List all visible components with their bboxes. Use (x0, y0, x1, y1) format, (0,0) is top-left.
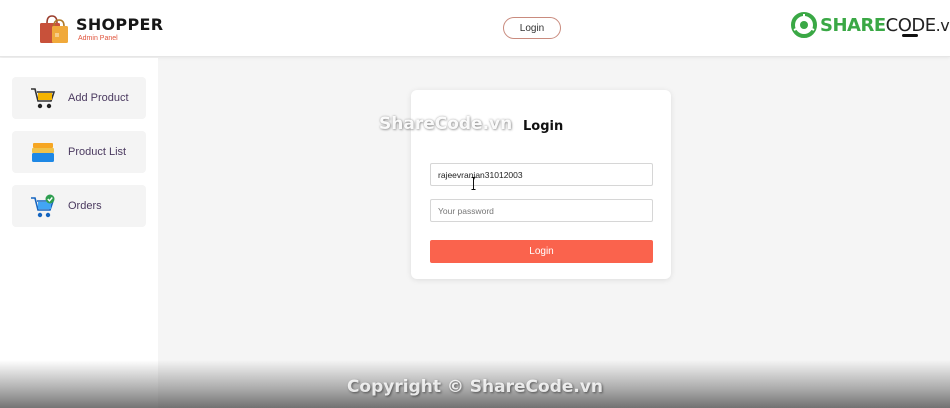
watermark-center: ShareCode.vn (379, 114, 513, 134)
cart-icon (31, 88, 56, 109)
brand-subtitle: Admin Panel (78, 34, 118, 42)
sharecode-logo[interactable]: SHARECODE.vn (791, 12, 950, 38)
sharecode-logo-icon (791, 12, 817, 38)
brand-title: SHOPPER (76, 14, 164, 34)
sidebar-item-label: Product List (68, 146, 127, 158)
sidebar-item-orders[interactable]: Orders (12, 185, 146, 227)
sidebar-item-label: Add Product (68, 92, 129, 104)
cart-check-icon (31, 194, 55, 218)
sidebar-item-label: Orders (68, 200, 102, 212)
brand-logo[interactable]: SHOPPER Admin Panel (38, 14, 163, 44)
sidebar: Add Product Product List Orders (0, 58, 158, 408)
text-cursor-icon (471, 177, 476, 190)
sidebar-item-add-product[interactable]: Add Product (12, 77, 146, 119)
logo-underline (902, 34, 918, 37)
password-input[interactable] (430, 199, 653, 222)
login-submit-button[interactable]: Login (430, 240, 653, 263)
shopping-bag-icon (40, 15, 68, 43)
watermark-copyright: Copyright © ShareCode.vn (346, 377, 604, 397)
header-login-button[interactable]: Login (503, 17, 561, 39)
username-input[interactable] (430, 163, 653, 186)
sharecode-logo-text: SHARECODE.vn (820, 14, 950, 36)
stack-icon (32, 143, 54, 162)
top-navbar: SHOPPER Admin Panel Login SHARECODE.vn (0, 0, 950, 57)
sidebar-item-product-list[interactable]: Product List (12, 131, 146, 173)
login-title: Login (523, 119, 564, 134)
